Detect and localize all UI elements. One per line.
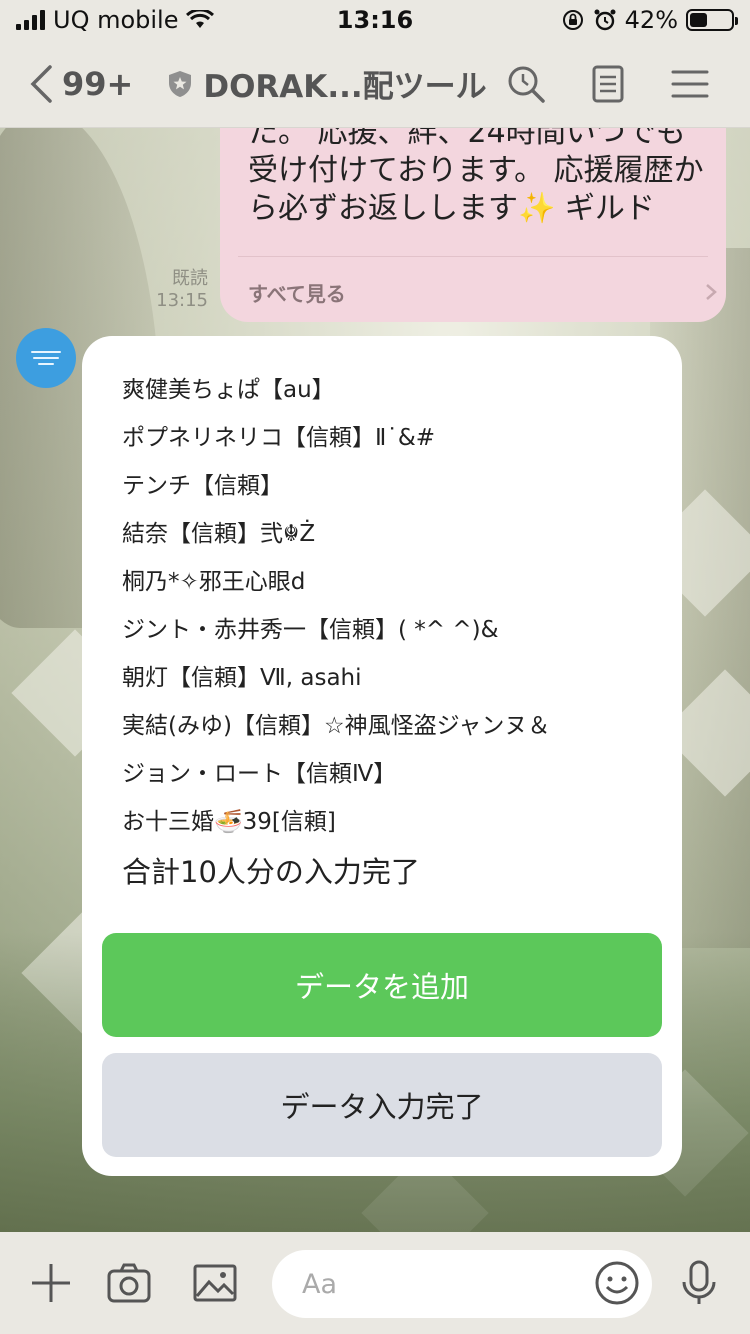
chat-title-area[interactable]: DORAK...配ツール [167, 61, 487, 106]
list-item: ポプネリネリコ【信頼】Ⅱ˙&# [122, 425, 436, 451]
signal-icon [16, 10, 45, 30]
camera-icon[interactable] [106, 1260, 152, 1306]
bubble-divider [238, 256, 708, 257]
wifi-icon [186, 10, 215, 28]
input-placeholder: Aa [302, 1268, 338, 1300]
chat-title: DORAK...配ツール [203, 69, 487, 105]
menu-icon[interactable] [670, 64, 710, 104]
chevron-right-icon [706, 284, 717, 300]
list-item: 朝灯【信頼】Ⅶ, asahi [122, 665, 362, 691]
see-all-label: すべて見る [248, 281, 346, 306]
message-input-bar: Aa [0, 1232, 750, 1334]
battery-fill [690, 13, 707, 27]
see-all-link[interactable]: すべて見る [248, 272, 718, 312]
message-text: た。 応援、絆、24時間いつでも受け付けております。 応援履歴から必ずお返ししま… [248, 115, 704, 226]
battery-icon [686, 9, 738, 31]
emoji-icon[interactable] [594, 1260, 640, 1306]
list-item: 桐乃*✧邪王心眼d [122, 569, 306, 595]
message-bubble[interactable]: た。 応援、絆、24時間いつでも受け付けております。 応援履歴から必ずお返ししま… [220, 100, 726, 322]
read-label: 既読 [172, 268, 208, 289]
chat-header: 99+ DORAK...配ツール [0, 40, 750, 128]
list-item: テンチ【信頼】 [122, 473, 283, 499]
list-item: お十三婚🍜39[信頼] [122, 809, 336, 835]
orientation-lock-icon [562, 10, 583, 30]
entry-list: 爽健美ちょぱ【au】 ポプネリネリコ【信頼】Ⅱ˙&# テンチ【信頼】 結奈【信頼… [122, 366, 662, 898]
status-bar: UQ mobile 13:16 42% [0, 0, 750, 40]
shield-icon [169, 70, 192, 97]
image-icon[interactable] [192, 1260, 238, 1306]
note-icon[interactable] [588, 64, 628, 104]
list-item: 爽健美ちょぱ【au】 [122, 377, 335, 403]
data-entry-card: 爽健美ちょぱ【au】 ポプネリネリコ【信頼】Ⅱ˙&# テンチ【信頼】 結奈【信頼… [82, 336, 682, 1176]
list-item: ジント・赤井秀一【信頼】( *^ ^)& [122, 617, 499, 643]
battery-percent: 42% [624, 6, 678, 34]
search-icon[interactable] [506, 64, 546, 104]
list-item: ジョン・ロート【信頼Ⅳ】 [122, 761, 397, 787]
unread-count: 99+ [62, 64, 134, 103]
back-button[interactable]: 99+ [0, 64, 133, 104]
list-item: 実結(みゆ)【信頼】☆神風怪盗ジャンヌ＆ [122, 713, 551, 739]
message-time: 13:15 [156, 290, 208, 311]
clock: 13:16 [336, 6, 414, 34]
finish-input-button[interactable]: データ入力完了 [102, 1053, 662, 1157]
add-data-button[interactable]: データを追加 [102, 933, 662, 1037]
avatar[interactable] [16, 328, 76, 388]
alarm-icon [594, 9, 616, 31]
carrier-label: UQ mobile [53, 6, 179, 34]
microphone-icon[interactable] [676, 1260, 722, 1306]
read-receipt: 既読 13:15 [150, 268, 208, 312]
chevron-left-icon [30, 64, 52, 103]
message-input[interactable]: Aa [272, 1250, 652, 1318]
plus-icon[interactable] [28, 1260, 74, 1306]
list-item: 結奈【信頼】弐☬Ż [122, 521, 316, 547]
total-summary: 合計10人分の入力完了 [122, 855, 420, 889]
